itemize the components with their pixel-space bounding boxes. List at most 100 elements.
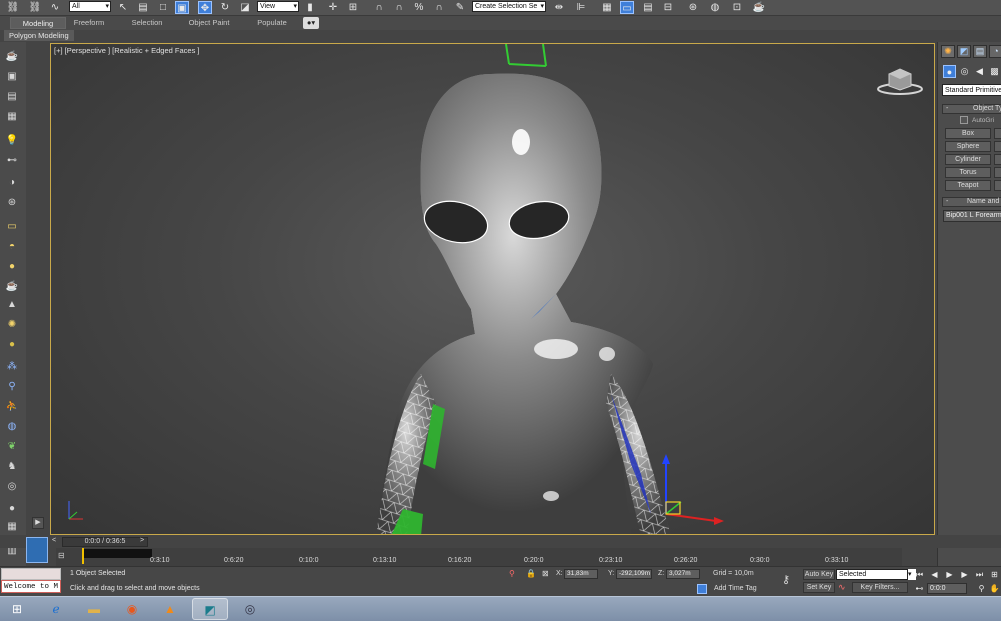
- play-animation-icon[interactable]: ▶: [944, 569, 955, 580]
- play-icon[interactable]: ▶: [32, 517, 44, 529]
- sphere-primitive-icon[interactable]: ●: [4, 260, 20, 274]
- select-object-icon[interactable]: ↖: [116, 1, 130, 14]
- material-sphere-icon[interactable]: ⊛: [4, 196, 20, 210]
- tab-object-paint[interactable]: Object Paint: [184, 17, 234, 29]
- maxscript-output[interactable]: [1, 568, 61, 580]
- select-and-move-icon[interactable]: ✥: [198, 1, 212, 14]
- angle-snap-icon[interactable]: ∩: [392, 1, 406, 14]
- cylinder-button[interactable]: Cylinder: [945, 154, 991, 165]
- align-icon[interactable]: ⊫: [574, 1, 588, 14]
- time-slider-prev[interactable]: <: [52, 537, 60, 547]
- daylight-icon[interactable]: ●: [4, 338, 20, 352]
- keyboard-shortcut-override-icon[interactable]: ⊞: [346, 1, 360, 14]
- unlink-selection-icon[interactable]: ⛓: [28, 1, 42, 14]
- hemisphere-icon[interactable]: ◓: [4, 240, 20, 254]
- select-and-rotate-icon[interactable]: ↻: [218, 1, 232, 14]
- primitive-type-dropdown[interactable]: Standard Primitives: [942, 84, 1001, 96]
- trackbar-menu-icon[interactable]: ⊟: [58, 551, 70, 561]
- particle-icon[interactable]: ⁂: [4, 360, 20, 374]
- cone-button[interactable]: [994, 128, 1001, 139]
- box-primitive-icon[interactable]: ▭: [4, 220, 20, 234]
- alien-model[interactable]: [51, 44, 935, 535]
- key-icon[interactable]: ⚷: [782, 573, 790, 586]
- viewcube[interactable]: [876, 66, 924, 98]
- geometry-icon[interactable]: ●: [943, 65, 956, 78]
- hierarchy-tab-icon[interactable]: ▤: [973, 45, 987, 58]
- vlc-icon[interactable]: ▲: [152, 598, 188, 620]
- isolate-icon[interactable]: ⚲: [509, 569, 515, 578]
- sphere-button[interactable]: Sphere: [945, 141, 991, 152]
- grid-icon[interactable]: ▦: [4, 110, 20, 124]
- torus-button[interactable]: Torus: [945, 167, 991, 178]
- key-mode-dropdown[interactable]: Selected: [836, 569, 908, 580]
- time-slider[interactable]: 0:0:0 / 0:36:5: [62, 537, 148, 547]
- tab-freeform[interactable]: Freeform: [68, 17, 110, 29]
- globe-icon[interactable]: ◍: [4, 420, 20, 434]
- tab-selection[interactable]: Selection: [126, 17, 168, 29]
- bind-to-space-warp-icon[interactable]: ∿: [48, 1, 62, 14]
- perspective-viewport[interactable]: [+] [Perspective ] [Realistic + Edged Fa…: [50, 43, 935, 535]
- spinner-snap-icon[interactable]: ∩: [432, 1, 446, 14]
- name-and-color-rollout[interactable]: - Name and C: [942, 197, 1001, 207]
- sound-icon[interactable]: ◎: [4, 480, 20, 494]
- layer-explorer-icon[interactable]: ▭: [620, 1, 634, 14]
- cameras-icon[interactable]: ▩: [988, 65, 1001, 78]
- media-player-icon[interactable]: ◎: [232, 598, 268, 620]
- tube-button[interactable]: [994, 154, 1001, 165]
- absolute-mode-icon[interactable]: ⊠: [542, 569, 549, 578]
- biped-icon[interactable]: ⛹: [4, 400, 20, 414]
- render-frame-icon[interactable]: ▣: [4, 70, 20, 84]
- table-icon[interactable]: ▦: [4, 520, 20, 534]
- edit-named-selections-icon[interactable]: ✎: [453, 1, 467, 14]
- 3ds-max-taskbar-icon[interactable]: ◩: [192, 598, 228, 620]
- select-and-scale-icon[interactable]: ◪: [238, 1, 252, 14]
- sun-icon[interactable]: ✺: [4, 318, 20, 332]
- y-coordinate-field[interactable]: -292,109m: [616, 569, 652, 579]
- x-coordinate-field[interactable]: 31,83m: [564, 569, 598, 579]
- pivot-center-icon[interactable]: ▮: [303, 1, 317, 14]
- start-button-icon[interactable]: ⊞: [2, 598, 32, 620]
- time-tag-icon[interactable]: [697, 584, 707, 594]
- z-coordinate-field[interactable]: 3,027m: [666, 569, 700, 579]
- curve-icon[interactable]: ◑: [4, 176, 20, 190]
- time-slider-next[interactable]: >: [140, 537, 148, 547]
- teapot-primitive-icon[interactable]: ☕: [4, 280, 20, 294]
- mirror-icon[interactable]: ⇹: [552, 1, 566, 14]
- create-tab-icon[interactable]: ✺: [941, 45, 955, 58]
- cone-icon[interactable]: ▲: [4, 298, 20, 312]
- bone-icon[interactable]: ⚲: [4, 380, 20, 394]
- horse-icon[interactable]: ♞: [4, 460, 20, 474]
- graphite-toolbar-icon[interactable]: ▤: [641, 1, 655, 14]
- key-filters-button[interactable]: Key Filters...: [852, 582, 908, 593]
- select-manipulate-icon[interactable]: ✛: [326, 1, 340, 14]
- motion-tab-icon[interactable]: ◔: [989, 45, 1001, 58]
- pan-icon[interactable]: ✋: [989, 583, 1000, 594]
- polygon-modeling-panel[interactable]: Polygon Modeling: [4, 30, 74, 41]
- window-crossing-icon[interactable]: ▣: [175, 1, 189, 14]
- current-frame-field[interactable]: 0:0:0: [927, 583, 967, 594]
- ribbon-options-icon[interactable]: ●▾: [303, 17, 319, 29]
- lights-icon[interactable]: ◀: [973, 65, 986, 78]
- key-curve-icon[interactable]: ∿: [838, 582, 846, 593]
- modify-tab-icon[interactable]: ◩: [957, 45, 971, 58]
- render-setup-icon[interactable]: ⊡: [730, 1, 744, 14]
- plane-button[interactable]: [994, 180, 1001, 191]
- trackbar[interactable]: [56, 548, 902, 566]
- key-mode-toggle-icon[interactable]: ⊞: [989, 569, 1000, 580]
- rectangular-selection-icon[interactable]: □: [156, 1, 170, 14]
- percent-snap-icon[interactable]: %: [412, 1, 426, 14]
- zoom-icon[interactable]: ⚲: [976, 583, 987, 594]
- object-type-rollout[interactable]: - Object Ty: [942, 104, 1001, 114]
- reference-coordinate-dropdown[interactable]: View: [257, 1, 299, 12]
- select-and-link-icon[interactable]: ⛓: [6, 1, 20, 14]
- add-time-tag[interactable]: Add Time Tag: [714, 585, 757, 592]
- next-frame-icon[interactable]: ▶: [959, 569, 970, 580]
- selection-lock-icon[interactable]: 🔒: [526, 569, 536, 578]
- file-explorer-icon[interactable]: ▬: [76, 598, 112, 620]
- firefox-icon[interactable]: ◉: [114, 598, 150, 620]
- autogrid-checkbox[interactable]: [960, 116, 968, 124]
- selection-filter-dropdown[interactable]: All: [69, 1, 111, 12]
- teapot-icon[interactable]: ☕: [4, 50, 20, 64]
- mini-curve-editor-toggle[interactable]: [26, 537, 48, 563]
- snaps-toggle-icon[interactable]: ∩: [372, 1, 386, 14]
